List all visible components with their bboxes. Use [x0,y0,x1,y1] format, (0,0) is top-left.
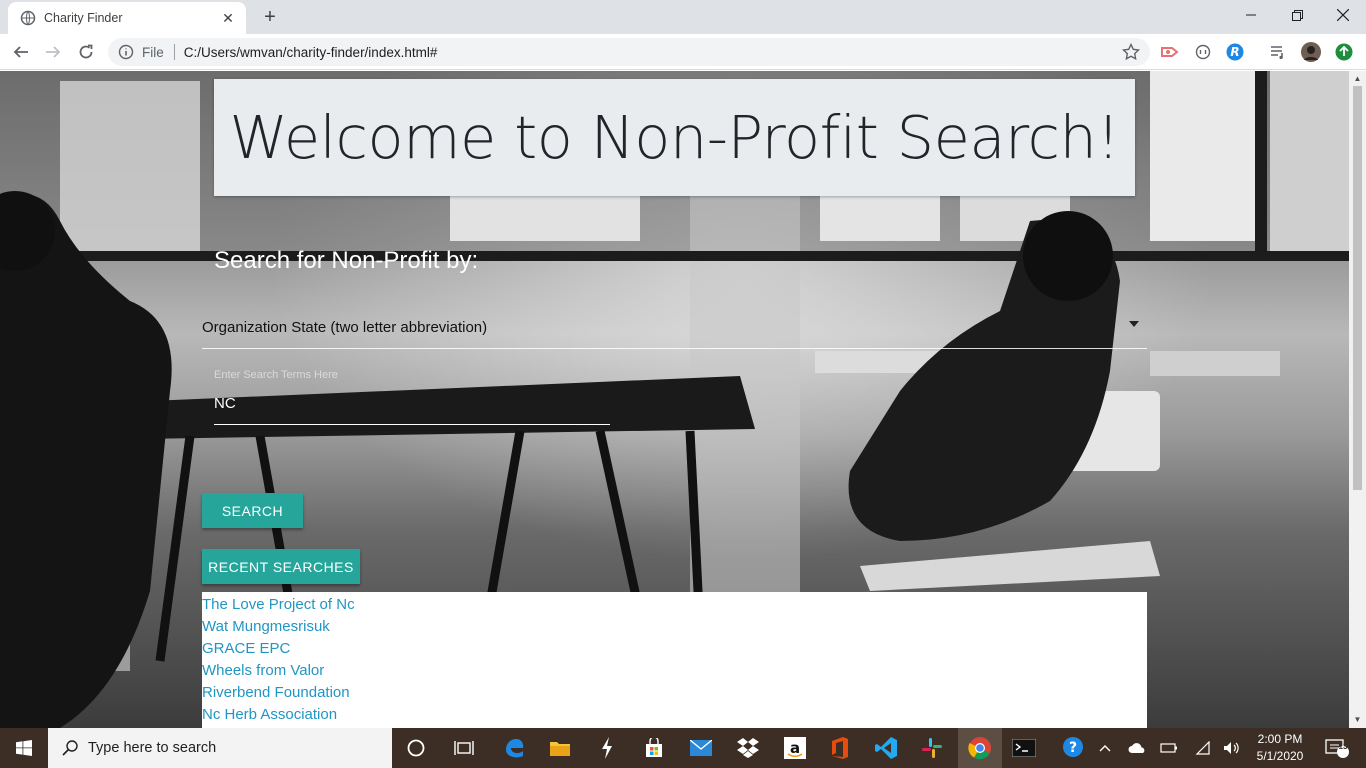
minimize-icon[interactable] [1228,0,1274,30]
notification-center-icon[interactable]: 13 [1322,728,1352,768]
back-icon[interactable] [9,40,33,64]
mail-icon[interactable] [687,734,715,762]
address-bar[interactable]: File C:/Users/wmvan/charity-finder/index… [108,38,1150,66]
taskbar-search-box[interactable]: Type here to search [48,728,392,768]
search-type-select[interactable]: Organization State (two letter abbreviat… [202,311,1147,349]
onedrive-icon[interactable] [1126,728,1148,768]
search-term-placeholder: Enter Search Terms Here [214,369,338,381]
recent-searches-button[interactable]: RECENT SEARCHES [202,549,360,584]
page-viewport: Welcome to Non-Profit Search! Search for… [0,71,1349,728]
search-icon [62,740,78,756]
taskbar: Type here to search a ? 2:00 PM 5/1/2020… [0,728,1366,768]
recent-search-link[interactable]: The Love Project of Nc [202,594,1147,616]
recent-search-link[interactable]: Wat Mungmesrisuk [202,616,1147,638]
volume-icon[interactable] [1220,728,1242,768]
restore-icon[interactable] [1274,0,1320,30]
edge-icon[interactable] [500,734,528,762]
clock-time: 2:00 PM [1257,732,1303,746]
taskbar-clock[interactable]: 2:00 PM 5/1/2020 [1240,731,1320,765]
chevron-up-icon[interactable] [1096,728,1114,768]
recent-search-link[interactable]: GRACE EPC [202,638,1147,660]
file-explorer-icon[interactable] [546,734,574,762]
help-icon[interactable]: ? [1060,734,1088,762]
url-divider [173,44,175,60]
recent-search-link[interactable]: Nc Herb Association [202,704,1147,726]
wifi-icon[interactable] [1192,728,1214,768]
tab-strip: Charity Finder ✕ + [0,0,1366,34]
svg-text:?: ? [1069,740,1077,756]
info-icon[interactable] [118,44,134,60]
taskbar-search-placeholder: Type here to search [88,740,217,756]
url-text[interactable]: C:/Users/wmvan/charity-finder/index.html… [184,45,438,60]
slack-icon[interactable] [918,734,946,762]
vscode-icon[interactable] [872,734,900,762]
chrome-icon[interactable] [966,734,994,762]
search-by-label: Search for Non-Profit by: [214,247,479,274]
hero-banner: Welcome to Non-Profit Search! [214,79,1135,196]
dropbox-icon[interactable] [734,734,762,762]
update-icon[interactable] [1334,42,1354,62]
search-button[interactable]: SEARCH [202,493,303,528]
scroll-down-icon[interactable]: ▼ [1349,712,1366,727]
close-window-icon[interactable] [1320,0,1366,30]
media-queue-icon[interactable] [1268,42,1288,62]
tab-title: Charity Finder [44,11,123,25]
amazon-icon[interactable]: a [781,734,809,762]
office-icon[interactable] [826,734,854,762]
clock-date: 5/1/2020 [1256,749,1304,763]
globe-icon [20,10,36,26]
bookmark-star-icon[interactable] [1122,43,1140,61]
svg-text:R: R [1230,45,1239,59]
terminal-icon[interactable] [1010,734,1038,762]
reload-icon[interactable] [74,40,98,64]
scroll-up-icon[interactable]: ▲ [1349,71,1366,86]
notification-count: 13 [1338,742,1348,751]
search-term-value[interactable]: NC [214,395,236,412]
windows-start-icon[interactable] [0,728,48,768]
store-icon[interactable] [640,734,668,762]
extension-circle-icon[interactable] [1193,42,1213,62]
recent-searches-list: The Love Project of Nc Wat Mungmesrisuk … [202,592,1147,728]
close-tab-icon[interactable]: ✕ [220,10,236,27]
forward-icon[interactable] [41,40,65,64]
battery-icon[interactable] [1158,728,1180,768]
avatar[interactable] [1301,42,1321,62]
url-scheme: File [142,44,164,60]
chevron-down-icon[interactable] [1129,321,1139,327]
scrollbar-thumb[interactable] [1353,86,1362,490]
extension-r-icon[interactable]: R [1225,42,1245,62]
ide-icon[interactable] [593,734,621,762]
browser-toolbar: File C:/Users/wmvan/charity-finder/index… [0,34,1366,70]
search-term-input[interactable]: Enter Search Terms Here NC [214,365,610,425]
page-title: Welcome to Non-Profit Search! [229,103,1120,172]
svg-text:a: a [790,739,800,757]
recent-search-link[interactable]: Riverbend Foundation [202,682,1147,704]
task-view-icon[interactable] [450,734,478,762]
select-value: Organization State (two letter abbreviat… [202,319,488,336]
new-tab-icon[interactable]: + [258,5,282,29]
recent-search-link[interactable]: Wheels from Valor [202,660,1147,682]
tab-charity-finder[interactable]: Charity Finder ✕ [8,2,246,34]
extension-red-icon[interactable] [1160,42,1180,62]
cortana-icon[interactable] [402,734,430,762]
